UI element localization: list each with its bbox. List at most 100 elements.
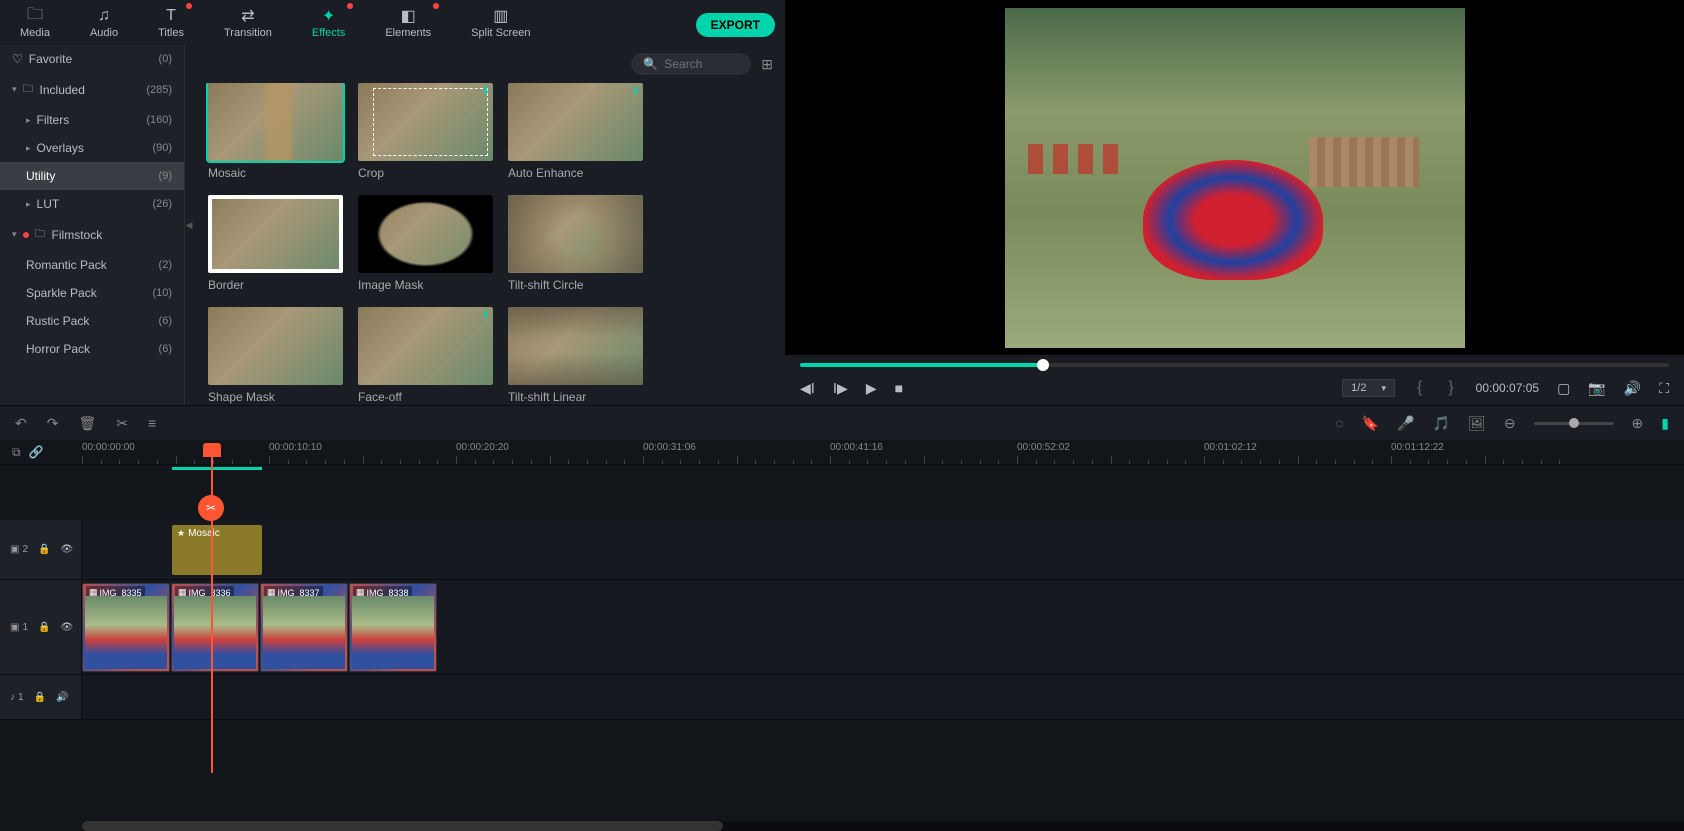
timeline-scrollbar[interactable]	[82, 821, 1684, 831]
export-button[interactable]: EXPORT	[696, 13, 775, 37]
mosaic-overlay[interactable]	[1309, 137, 1419, 187]
effect-card-shape-mask[interactable]: Shape Mask	[208, 307, 343, 404]
mark-in-button[interactable]: {	[1413, 379, 1426, 397]
play-button[interactable]: ▶	[866, 380, 877, 397]
tab-audio[interactable]: ♫Audio	[80, 5, 128, 41]
chevron-right-icon: ▸	[26, 199, 31, 210]
snapshot-icon[interactable]: 📷	[1588, 380, 1605, 397]
mute-icon[interactable]: 🔊	[56, 692, 68, 703]
redo-button[interactable]: ↷	[47, 415, 59, 432]
effect-label: Image Mask	[358, 278, 493, 292]
item-count: (160)	[146, 114, 172, 126]
effect-card-mosaic[interactable]: Mosaic	[208, 83, 343, 180]
zoom-slider-handle[interactable]	[1569, 418, 1579, 428]
visibility-icon[interactable]: 👁	[60, 544, 73, 555]
sidebar-item-romantic-pack[interactable]: Romantic Pack(2)	[0, 251, 184, 279]
lock-icon[interactable]: 🔒	[34, 692, 46, 703]
effect-thumbnail	[208, 83, 343, 161]
tab-media[interactable]: 🗀Media	[10, 5, 60, 41]
playhead-head[interactable]	[203, 443, 221, 457]
effect-card-border[interactable]: Border	[208, 195, 343, 292]
video-clip[interactable]: ▦IMG_8336	[171, 583, 259, 672]
tab-effects[interactable]: ✦Effects	[302, 5, 355, 41]
effect-card-auto-enhance[interactable]: ⬇Auto Enhance	[508, 83, 643, 180]
lock-icon[interactable]: 🔒	[38, 622, 50, 633]
next-frame-button[interactable]: Ⅰ▶	[833, 380, 848, 397]
tab-transition[interactable]: ⇄Transition	[214, 5, 282, 41]
audio-mixer-icon[interactable]: 🎵	[1433, 415, 1450, 432]
tab-label: Effects	[312, 27, 345, 39]
search-input[interactable]	[664, 57, 734, 71]
playhead-split-icon[interactable]: ✂	[198, 495, 224, 521]
picture-icon[interactable]: 🖼	[1468, 415, 1486, 432]
sidebar-item-filters[interactable]: ▸Filters(160)	[0, 106, 184, 134]
effect-card-face-off[interactable]: ⬇Face-off	[358, 307, 493, 404]
effect-card-tilt-shift-linear[interactable]: Tilt-shift Linear	[508, 307, 643, 404]
render-icon[interactable]: ◌	[1335, 415, 1343, 431]
link-icon[interactable]: 🔗	[29, 445, 44, 459]
zoom-out-button[interactable]: ⊖	[1504, 415, 1516, 432]
sidebar-item-horror-pack[interactable]: Horror Pack (6)	[0, 335, 184, 363]
marker-icon[interactable]: 🔖	[1362, 415, 1379, 432]
effect-card-crop[interactable]: ⬇Crop	[358, 83, 493, 180]
clip-thumbnail	[174, 596, 256, 669]
item-count: (10)	[152, 287, 172, 299]
volume-icon[interactable]: 🔊	[1624, 380, 1641, 397]
mark-out-button[interactable]: }	[1444, 379, 1457, 397]
preview-viewport[interactable]	[785, 0, 1684, 355]
sidebar-item-overlays[interactable]: ▸Overlays(90)	[0, 134, 184, 162]
search-input-wrap[interactable]: 🔍	[631, 53, 751, 75]
lock-icon[interactable]: 🔒	[38, 544, 50, 555]
sidebar-collapse[interactable]: ◀	[185, 45, 193, 405]
zoom-in-button[interactable]: ⊕	[1632, 415, 1644, 432]
video-clip[interactable]: ▦IMG_8335	[82, 583, 170, 672]
effect-card-tilt-shift-circle[interactable]: Tilt-shift Circle	[508, 195, 643, 292]
playhead[interactable]	[211, 443, 213, 773]
effects-track-content[interactable]: ★Mosaic	[82, 520, 1684, 579]
sidebar-item-sparkle-pack[interactable]: Sparkle Pack(10)	[0, 279, 184, 307]
effect-card-image-mask[interactable]: Image Mask	[358, 195, 493, 292]
scrollbar-thumb[interactable]	[82, 821, 723, 831]
delete-button[interactable]: 🗑	[78, 415, 96, 432]
tab-label: Transition	[224, 27, 272, 39]
sidebar-item-favorite[interactable]: ♡Favorite(0)	[0, 45, 184, 73]
undo-button[interactable]: ↶	[15, 415, 27, 432]
adjust-button[interactable]: ≡	[148, 415, 156, 431]
item-count: (6)	[159, 343, 172, 355]
timeline-zoom-slider[interactable]	[1534, 422, 1614, 425]
clip-thumbnail	[352, 596, 434, 669]
timeline-ruler[interactable]: 00:00:00:0000:00:10:1000:00:20:2000:00:3…	[82, 440, 1684, 464]
timeline-mode-icon[interactable]: ⧉	[12, 445, 21, 460]
video-clip[interactable]: ▦IMG_8337	[260, 583, 348, 672]
tab-elements[interactable]: ◧Elements	[375, 5, 441, 41]
sidebar-item-label: Filmstock	[52, 228, 103, 242]
fit-button[interactable]: ▮	[1661, 415, 1669, 432]
progress-handle[interactable]	[1037, 359, 1049, 371]
visibility-icon[interactable]: 👁	[60, 622, 73, 633]
sidebar-item-label: Horror Pack	[26, 342, 90, 356]
sidebar-item-rustic-pack[interactable]: Rustic Pack(6)	[0, 307, 184, 335]
effect-clip-mosaic[interactable]: ★Mosaic	[172, 525, 262, 575]
display-icon[interactable]: ▢	[1557, 380, 1570, 397]
split-button[interactable]: ✂	[116, 415, 128, 432]
tab-split-screen[interactable]: ▥Split Screen	[461, 5, 540, 41]
tab-titles[interactable]: TTitles	[148, 5, 194, 41]
clip-thumbnail	[85, 596, 167, 669]
sidebar-item-filmstock[interactable]: ▾🗀Filmstock	[0, 218, 184, 251]
preview-progress[interactable]	[800, 363, 1669, 367]
audio-track-content[interactable]	[82, 675, 1684, 719]
video-bg-element	[1028, 144, 1128, 174]
item-count: (9)	[159, 170, 172, 182]
sidebar-item-lut[interactable]: ▸LUT(26)	[0, 190, 184, 218]
grid-view-icon[interactable]: ⊞	[761, 56, 773, 73]
voiceover-icon[interactable]: 🎤	[1397, 415, 1414, 432]
fullscreen-icon[interactable]: ⛶	[1659, 380, 1669, 397]
sidebar-item-included[interactable]: ▾🗀Included(285)	[0, 73, 184, 106]
preview-zoom-select[interactable]: 1/2▾	[1342, 379, 1395, 397]
video-track-content[interactable]: ▦IMG_8335▦IMG_8336▦IMG_8337▦IMG_8338	[82, 580, 1684, 674]
video-clip[interactable]: ▦IMG_8338	[349, 583, 437, 672]
stop-button[interactable]: ■	[895, 380, 903, 396]
sidebar-item-utility[interactable]: Utility(9)	[0, 162, 184, 190]
video-track-head: ▣1 🔒 👁	[0, 580, 82, 674]
prev-frame-button[interactable]: ◀Ⅰ	[800, 380, 815, 397]
